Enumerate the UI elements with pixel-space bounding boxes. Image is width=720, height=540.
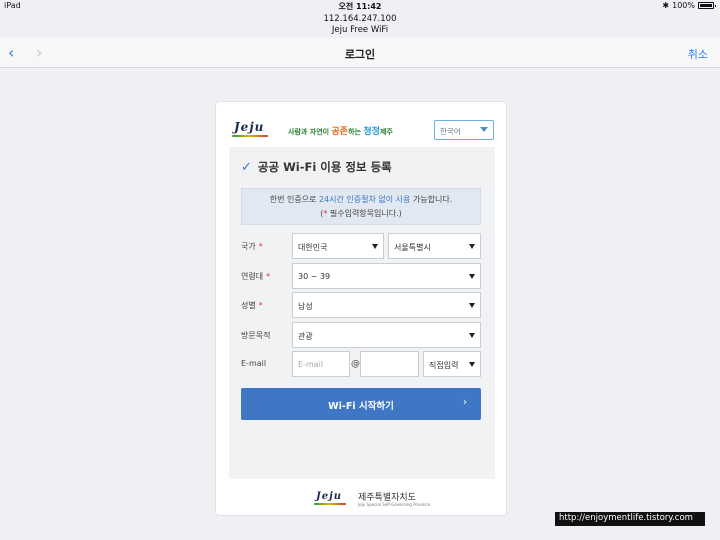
- page-title: Jeju Free WiFi: [331, 25, 389, 35]
- age-label: 연령대 *: [241, 272, 271, 281]
- check-icon: ✓: [241, 159, 252, 175]
- org-subtitle: Jeju Special Self-Governing Province: [358, 502, 431, 507]
- purpose-select[interactable]: 관광: [292, 322, 481, 348]
- email-domain-select[interactable]: 직접입력: [423, 351, 481, 377]
- caret-down-icon: [372, 244, 378, 249]
- nav-title: 로그인: [344, 48, 376, 61]
- region-select[interactable]: 서울특별시: [388, 233, 481, 259]
- notice-box: 한번 인증으로 24시간 인증절차 없이 사용 가능합니다. (* 필수입력항목…: [241, 188, 481, 225]
- country-select[interactable]: 대한민국: [292, 233, 384, 259]
- caret-down-icon: [480, 127, 488, 132]
- email-local-input[interactable]: E-mail: [292, 351, 350, 377]
- clock: 오전 11:42: [338, 2, 382, 11]
- gender-row: 성별 * 남성: [241, 292, 481, 318]
- cancel-button[interactable]: 취소: [688, 46, 708, 62]
- status-right: ✱ 100%: [662, 1, 716, 10]
- language-select[interactable]: 한국어: [434, 120, 494, 140]
- caret-down-icon: [469, 362, 475, 367]
- country-label: 국가 *: [241, 242, 263, 251]
- jeju-logo: Jeju: [231, 120, 269, 137]
- battery-icon: [698, 2, 716, 9]
- caret-down-icon: [469, 303, 475, 308]
- navigation-bar: ‹ › 로그인 취소: [0, 38, 720, 68]
- card-header: Jeju 사람과 자연이 공존하는 청정제주 한국어: [228, 116, 496, 146]
- start-wifi-button[interactable]: Wi-Fi 시작하기 ›: [241, 388, 481, 420]
- caret-down-icon: [469, 274, 475, 279]
- registration-form: ✓ 공공 Wi-Fi 이용 정보 등록 한번 인증으로 24시간 인증절차 없이…: [229, 147, 495, 479]
- notice-line-1: 한번 인증으로 24시간 인증절차 없이 사용 가능합니다.: [269, 195, 453, 204]
- caret-down-icon: [469, 244, 475, 249]
- purpose-row: 방문목적 관광: [241, 322, 481, 348]
- address-bar[interactable]: 112.164.247.100 Jeju Free WiFi: [0, 14, 720, 36]
- notice-line-2: (* 필수입력항목입니다.): [320, 209, 402, 218]
- email-label: E-mail: [241, 359, 267, 368]
- gender-label: 성별 *: [241, 301, 263, 310]
- url-text: 112.164.247.100: [323, 14, 397, 24]
- email-row: E-mail E-mail @ 직접입력: [241, 351, 481, 377]
- chevron-right-icon: ›: [463, 397, 467, 408]
- watermark: http://enjoymentlife.tistory.com: [555, 512, 705, 526]
- at-sign: @: [351, 359, 360, 369]
- age-select[interactable]: 30 ~ 39: [292, 263, 481, 289]
- caret-down-icon: [469, 333, 475, 338]
- country-row: 국가 * 대한민국 서울특별시: [241, 233, 481, 259]
- slogan: 사람과 자연이 공존하는 청정제주: [288, 127, 393, 137]
- form-title: ✓ 공공 Wi-Fi 이용 정보 등록: [241, 159, 392, 175]
- gender-select[interactable]: 남성: [292, 292, 481, 318]
- bluetooth-icon: ✱: [662, 1, 670, 10]
- footer-logo: Jeju 제주특별자치도 Jeju Special Self-Governing…: [312, 489, 432, 511]
- purpose-label: 방문목적: [241, 331, 271, 340]
- login-card: Jeju 사람과 자연이 공존하는 청정제주 한국어 ✓ 공공 Wi-Fi 이용…: [215, 101, 507, 516]
- battery-percent: 100%: [672, 1, 695, 10]
- age-row: 연령대 * 30 ~ 39: [241, 263, 481, 289]
- language-value: 한국어: [440, 127, 461, 136]
- jeju-logo-footer: Jeju: [314, 491, 346, 505]
- status-bar: iPad 오전 11:42 ✱ 100%: [0, 0, 720, 12]
- email-domain-input[interactable]: [360, 351, 419, 377]
